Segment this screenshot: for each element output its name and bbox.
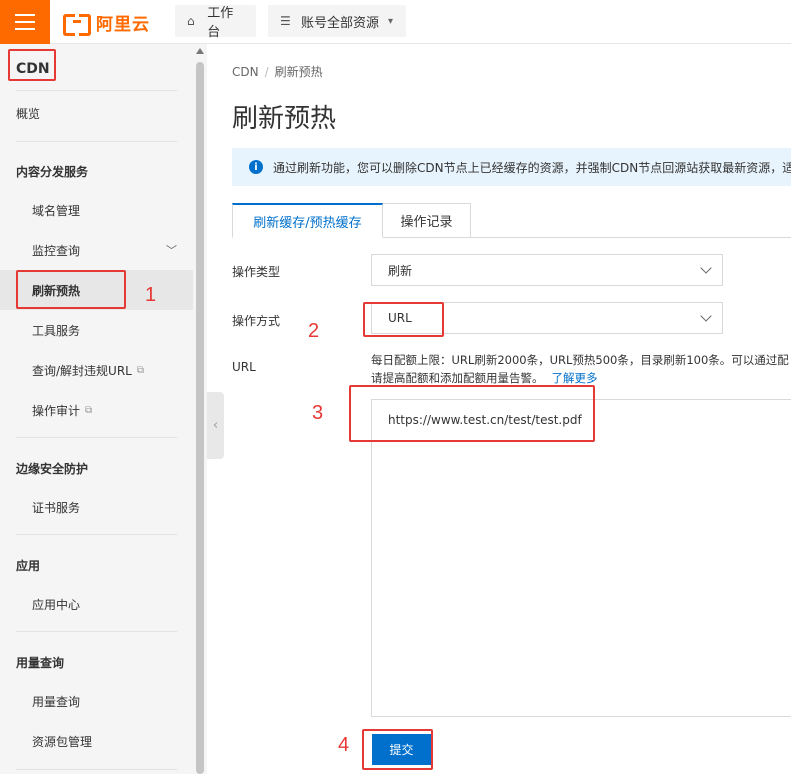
info-notice: i 通过刷新功能，您可以删除CDN节点上已经缓存的资源，并强制CDN节点回源站获… [232, 148, 791, 186]
sidebar-item-app-center[interactable]: 应用中心 [0, 584, 193, 624]
workbench-button[interactable]: ⌂ 工作台 [175, 5, 256, 40]
divider [16, 437, 177, 438]
sidebar-item-label: 域名管理 [32, 203, 81, 218]
divider [16, 534, 177, 535]
chevron-left-icon: ‹ [212, 418, 219, 433]
help-line-2: 请提高配额和添加配额用量告警。 [371, 371, 544, 385]
sidebar-group-edge-security: 边缘安全防护 [16, 462, 89, 476]
tab-refresh-prefetch[interactable]: 刷新缓存/预热缓存 [232, 203, 383, 238]
operation-type-label: 操作类型 [232, 265, 281, 279]
home-icon: ⌂ [187, 14, 195, 28]
annotation-number-2: 2 [308, 320, 320, 342]
breadcrumb: CDN / 刷新预热 [232, 65, 323, 79]
external-link-icon: ⧉ [85, 404, 93, 416]
logo-icon [63, 14, 91, 36]
sidebar-item-tools[interactable]: 工具服务 [0, 310, 193, 350]
annotation-number-3: 3 [312, 402, 324, 424]
sidebar-group-usage: 用量查询 [16, 656, 65, 670]
divider [16, 769, 177, 770]
collapse-sidebar-handle[interactable]: ‹ [207, 392, 224, 459]
annotation-box-1 [16, 270, 126, 309]
sidebar-item-label: 概览 [16, 106, 41, 121]
scroll-thumb[interactable] [196, 62, 204, 774]
page-title: 刷新预热 [232, 104, 337, 134]
help-line-1: 每日配额上限：URL刷新2000条，URL预热500条，目录刷新100条。可以通… [371, 353, 789, 367]
logo-text: 阿里云 [96, 14, 150, 35]
aliyun-logo[interactable]: 阿里云 [63, 9, 150, 36]
annotation-box-cdn [8, 49, 56, 81]
sidebar-item-label: 监控查询 [32, 243, 81, 258]
learn-more-link[interactable]: 了解更多 [552, 371, 598, 385]
operation-mode-label: 操作方式 [232, 314, 281, 328]
chevron-down-icon [700, 262, 712, 274]
tab-bar: 刷新缓存/预热缓存 操作记录 [232, 203, 791, 238]
sidebar-item-label: 查询/解封违规URL [32, 363, 132, 378]
menu-icon[interactable] [0, 0, 50, 44]
divider [16, 141, 177, 142]
sidebar-item-certificates[interactable]: 证书服务 [0, 487, 193, 527]
sidebar: CDN 概览 内容分发服务 域名管理 监控查询 ﹀ 刷新预热 工具服务 查询/解… [0, 44, 193, 774]
operation-type-select[interactable]: 刷新 [371, 254, 723, 286]
annotation-box-2 [363, 302, 444, 337]
sidebar-scrollbar[interactable] [193, 44, 207, 774]
quota-help-text: 每日配额上限：URL刷新2000条，URL预热500条，目录刷新100条。可以通… [371, 351, 791, 387]
tab-operation-records[interactable]: 操作记录 [383, 203, 471, 238]
sidebar-item-monitoring[interactable]: 监控查询 ﹀ [0, 230, 193, 270]
divider [16, 631, 177, 632]
sidebar-item-label: 操作审计 [32, 403, 81, 418]
sidebar-item-domain[interactable]: 域名管理 [0, 190, 193, 230]
chevron-down-icon [700, 310, 712, 322]
annotation-number-1: 1 [145, 284, 157, 306]
divider [16, 90, 177, 91]
breadcrumb-item-cdn[interactable]: CDN [232, 65, 259, 79]
info-icon: i [249, 160, 263, 174]
resource-group-selector[interactable]: ☰ 账号全部资源 ▾ [268, 5, 406, 37]
sidebar-item-label: 用量查询 [32, 694, 81, 709]
chevron-down-icon: ﹀ [166, 244, 177, 257]
sidebar-item-label: 工具服务 [32, 323, 81, 338]
chevron-down-icon: ▾ [388, 15, 394, 27]
sidebar-item-label: 证书服务 [32, 500, 81, 515]
top-bar: 阿里云 ⌂ 工作台 ☰ 账号全部资源 ▾ [0, 0, 791, 44]
sidebar-group-apps: 应用 [16, 559, 41, 573]
sidebar-item-audit[interactable]: 操作审计 ⧉ [0, 390, 193, 430]
sidebar-item-url-query[interactable]: 查询/解封违规URL ⧉ [0, 350, 193, 390]
sidebar-item-package-management[interactable]: 资源包管理 [0, 721, 193, 761]
sidebar-item-overview[interactable]: 概览 [0, 93, 193, 133]
sidebar-group-content-delivery: 内容分发服务 [16, 165, 89, 179]
annotation-box-4 [362, 729, 433, 770]
annotation-number-4: 4 [338, 734, 350, 756]
workbench-label: 工作台 [207, 6, 234, 40]
scroll-up-arrow-icon[interactable] [196, 48, 204, 54]
annotation-box-3 [349, 385, 595, 442]
notice-text: 通过刷新功能，您可以删除CDN节点上已经缓存的资源，并强制CDN节点回源站获取最… [273, 160, 791, 175]
resource-group-label: 账号全部资源 [301, 15, 380, 31]
operation-type-value: 刷新 [388, 263, 413, 278]
sidebar-item-label: 应用中心 [32, 597, 81, 612]
url-label: URL [232, 360, 256, 374]
breadcrumb-item-current: 刷新预热 [274, 65, 323, 79]
sidebar-item-label: 资源包管理 [32, 734, 93, 749]
external-link-icon: ⧉ [136, 364, 144, 376]
sidebar-item-usage-query[interactable]: 用量查询 [0, 681, 193, 721]
url-textarea[interactable]: https://www.test.cn/test/test.pdf [371, 399, 791, 717]
resource-stack-icon: ☰ [280, 14, 291, 28]
